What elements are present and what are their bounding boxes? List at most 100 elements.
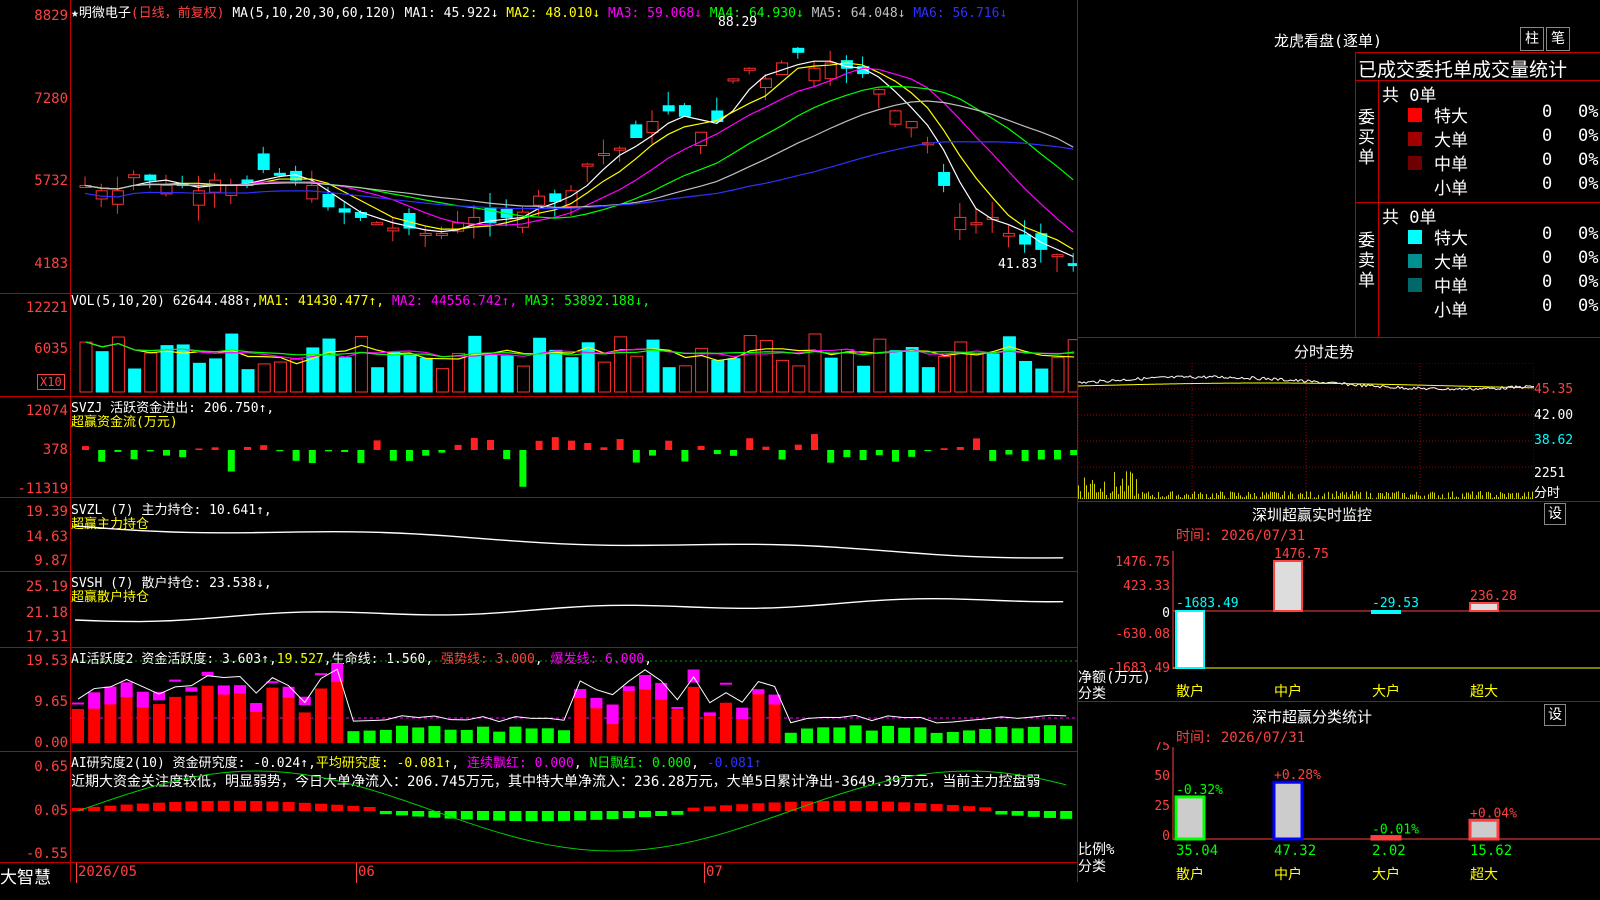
intraday-vol (1270, 491, 1271, 499)
intraday-vol (1498, 496, 1499, 499)
activity-cap (606, 704, 619, 725)
color-swatch (1408, 108, 1422, 122)
volume-bar-up (597, 361, 611, 393)
flow-bar (179, 450, 187, 458)
volume-panel[interactable]: 12221 6035 X10 VOL(5,10,20) 62644.488↑,M… (0, 294, 1077, 397)
intraday-tick: 42.00 (1534, 408, 1574, 423)
intraday-vol (1198, 493, 1199, 499)
kline-chart[interactable] (70, 0, 1077, 293)
size-label: 大单 (1434, 131, 1468, 151)
research-bar (428, 811, 441, 818)
activity-bar (185, 695, 198, 743)
svzj-chart[interactable] (70, 397, 1077, 497)
activity-bar (153, 704, 165, 743)
intraday-vol (1524, 492, 1525, 499)
svsh-panel[interactable]: 25.19 21.18 17.31 SVSH (7) 散户持仓: 23.538↓… (0, 572, 1077, 648)
candle-up (759, 78, 772, 89)
activity-bar (444, 729, 457, 743)
volume-bar-up (144, 352, 158, 393)
monitor-panel[interactable]: 深圳超赢实时监控 设 时间: 2026/07/31 1476.75 423.33-… (1078, 501, 1600, 702)
percent-value: 0% (1578, 126, 1599, 146)
intraday-vol (1322, 496, 1323, 499)
flow-bar (681, 450, 689, 462)
intraday-vol (1298, 494, 1299, 499)
flow-bar (794, 444, 802, 450)
activity-bar (865, 730, 878, 743)
ai-activity-panel[interactable]: 19.53 9.65 0.00 AI活跃度2 资金活跃度: 3.603↑,19.… (0, 648, 1077, 752)
color-swatch (1408, 230, 1422, 244)
intraday-vol (1144, 493, 1145, 499)
date-label: 2026/05 (78, 864, 138, 880)
intraday-vol (1110, 493, 1111, 499)
research-bar (898, 802, 911, 811)
intraday-vol (1338, 496, 1339, 499)
cls-cat: 大户 (1372, 866, 1400, 882)
cls-tick: 0 (1162, 829, 1170, 844)
buy-legend-row: 特大 0 0% (1408, 102, 1600, 127)
volume-bar-up (840, 349, 854, 393)
svsh-chart[interactable] (70, 572, 1077, 647)
flow-bar (584, 442, 592, 450)
intraday-vol (1446, 498, 1447, 499)
intraday-vol (1500, 491, 1501, 499)
monitor-settings-button[interactable]: 设 (1544, 503, 1566, 525)
candle-down (792, 47, 805, 53)
intraday-vol (1104, 481, 1105, 499)
intraday-vol (1220, 491, 1221, 499)
research-bar (201, 801, 214, 811)
intraday-vol (1268, 494, 1269, 499)
flow-bar (389, 450, 397, 461)
candle-up (905, 121, 918, 129)
volume-bar-down (128, 368, 142, 393)
intraday-vol (1478, 491, 1479, 499)
bar-mode-button[interactable]: 柱 (1520, 27, 1544, 51)
intraday-vol (1202, 494, 1203, 499)
research-bar (833, 800, 846, 811)
count-value: 0 (1542, 224, 1553, 244)
research-bar (525, 811, 538, 822)
activity-cap (185, 687, 198, 692)
monitor-title: 深圳超赢实时监控 (1252, 506, 1373, 524)
tick-mode-button[interactable]: 笔 (1546, 27, 1570, 51)
research-bar (752, 803, 765, 811)
classification-panel[interactable]: 深市超赢分类统计 设 时间: 2026/07/31 75 50 25 0 -0.32% 3… (1078, 702, 1600, 882)
ai-research-panel[interactable]: 0.65 0.05 -0.55 AI研究度2(10) 资金研究度: -0.024… (0, 752, 1077, 862)
activity-bar (752, 691, 765, 743)
intraday-vol (1208, 497, 1209, 499)
candle-up (306, 184, 319, 200)
size-label: 大单 (1434, 253, 1468, 273)
flow-bar (487, 440, 494, 450)
intraday-vol (1474, 498, 1475, 499)
classification-chart[interactable]: 75 50 25 0 -0.32% 35.04 散户 +0.28% 47.32 中户 -0.01% 2… (1078, 742, 1600, 882)
svzj-panel[interactable]: 12074 378 -11319 SVZJ 活跃资金进出: 206.750↑, … (0, 397, 1077, 498)
activity-cap (136, 691, 149, 708)
volume-chart[interactable] (70, 294, 1077, 396)
svzl-panel[interactable]: 19.39 14.63 9.87 SVZL (7) 主力持仓: 10.641↑,… (0, 498, 1077, 572)
svzl-chart[interactable] (70, 498, 1077, 571)
volume-bar-down (711, 359, 725, 393)
intraday-panel[interactable]: 分时走势 45.35 42.00 38.62 2251 分时 (1078, 337, 1600, 502)
research-bar (412, 811, 425, 817)
intraday-vol (1350, 494, 1351, 499)
intraday-vol (1416, 491, 1417, 499)
monitor-chart[interactable]: 1476.75423.33-630.08-1683.490-1683.49散户1… (1078, 541, 1600, 701)
intraday-chart[interactable] (1078, 363, 1534, 499)
volume-bar-down (225, 333, 239, 393)
intraday-vol (1206, 494, 1207, 499)
cls-value: 47.32 (1274, 843, 1316, 859)
research-bar (347, 805, 360, 811)
kline-panel[interactable]: 8829 7280 5732 4183 ★明微电子(日线，前复权) MA(5,1… (0, 0, 1077, 294)
flow-bar (1054, 450, 1061, 460)
intraday-vol (1086, 485, 1087, 499)
research-bar (671, 811, 684, 815)
intraday-vol (1312, 498, 1313, 499)
intraday-vol (1358, 494, 1359, 499)
ai-activity-chart[interactable] (70, 648, 1077, 751)
flow-bar (98, 450, 106, 462)
size-label: 特大 (1434, 107, 1468, 127)
volume-bar-down (500, 355, 514, 393)
classification-settings-button[interactable]: 设 (1544, 704, 1566, 726)
volume-bar-up (970, 353, 984, 393)
intraday-vol (1132, 473, 1133, 499)
ai-research-chart[interactable] (70, 752, 1077, 861)
